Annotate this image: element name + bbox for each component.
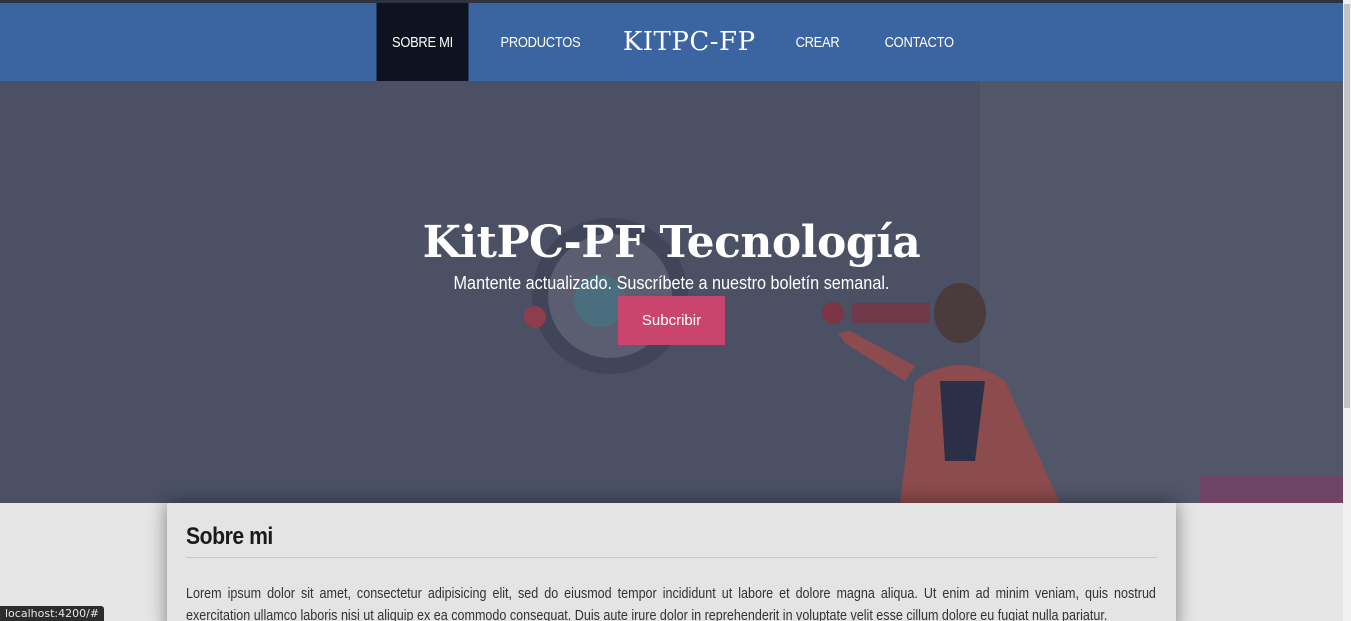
hero-banner: KitPC-PF Tecnología Mantente actualizado… (0, 81, 1343, 503)
scrollbar-thumb[interactable] (1344, 4, 1350, 408)
nav-item-sobre-mi[interactable]: SOBRE MI (376, 3, 469, 81)
hero-title: KitPC-PF Tecnología (422, 217, 921, 268)
page-scrollbar[interactable] (1343, 0, 1351, 621)
status-bar-url: localhost:4200/# (0, 606, 104, 621)
subscribe-button[interactable]: Subcribir (618, 296, 725, 345)
about-title: Sobre mi (186, 523, 273, 550)
nav-list: SOBRE MI PRODUCTOS KITPC-FP CREAR CONTAC… (369, 3, 977, 81)
nav-item-productos[interactable]: PRODUCTOS (485, 3, 596, 81)
hero-subtitle: Mantente actualizado. Suscríbete a nuest… (453, 273, 890, 293)
top-navbar: SOBRE MI PRODUCTOS KITPC-FP CREAR CONTAC… (0, 3, 1343, 81)
nav-item-contacto[interactable]: CONTACTO (869, 3, 969, 81)
nav-item-crear[interactable]: CREAR (780, 3, 855, 81)
brand-logo[interactable]: KITPC-FP (605, 3, 774, 81)
about-card: Sobre mi Lorem ipsum dolor sit amet, con… (167, 503, 1176, 621)
about-text: Lorem ipsum dolor sit amet, consectetur … (186, 586, 1156, 621)
about-divider (186, 557, 1157, 558)
